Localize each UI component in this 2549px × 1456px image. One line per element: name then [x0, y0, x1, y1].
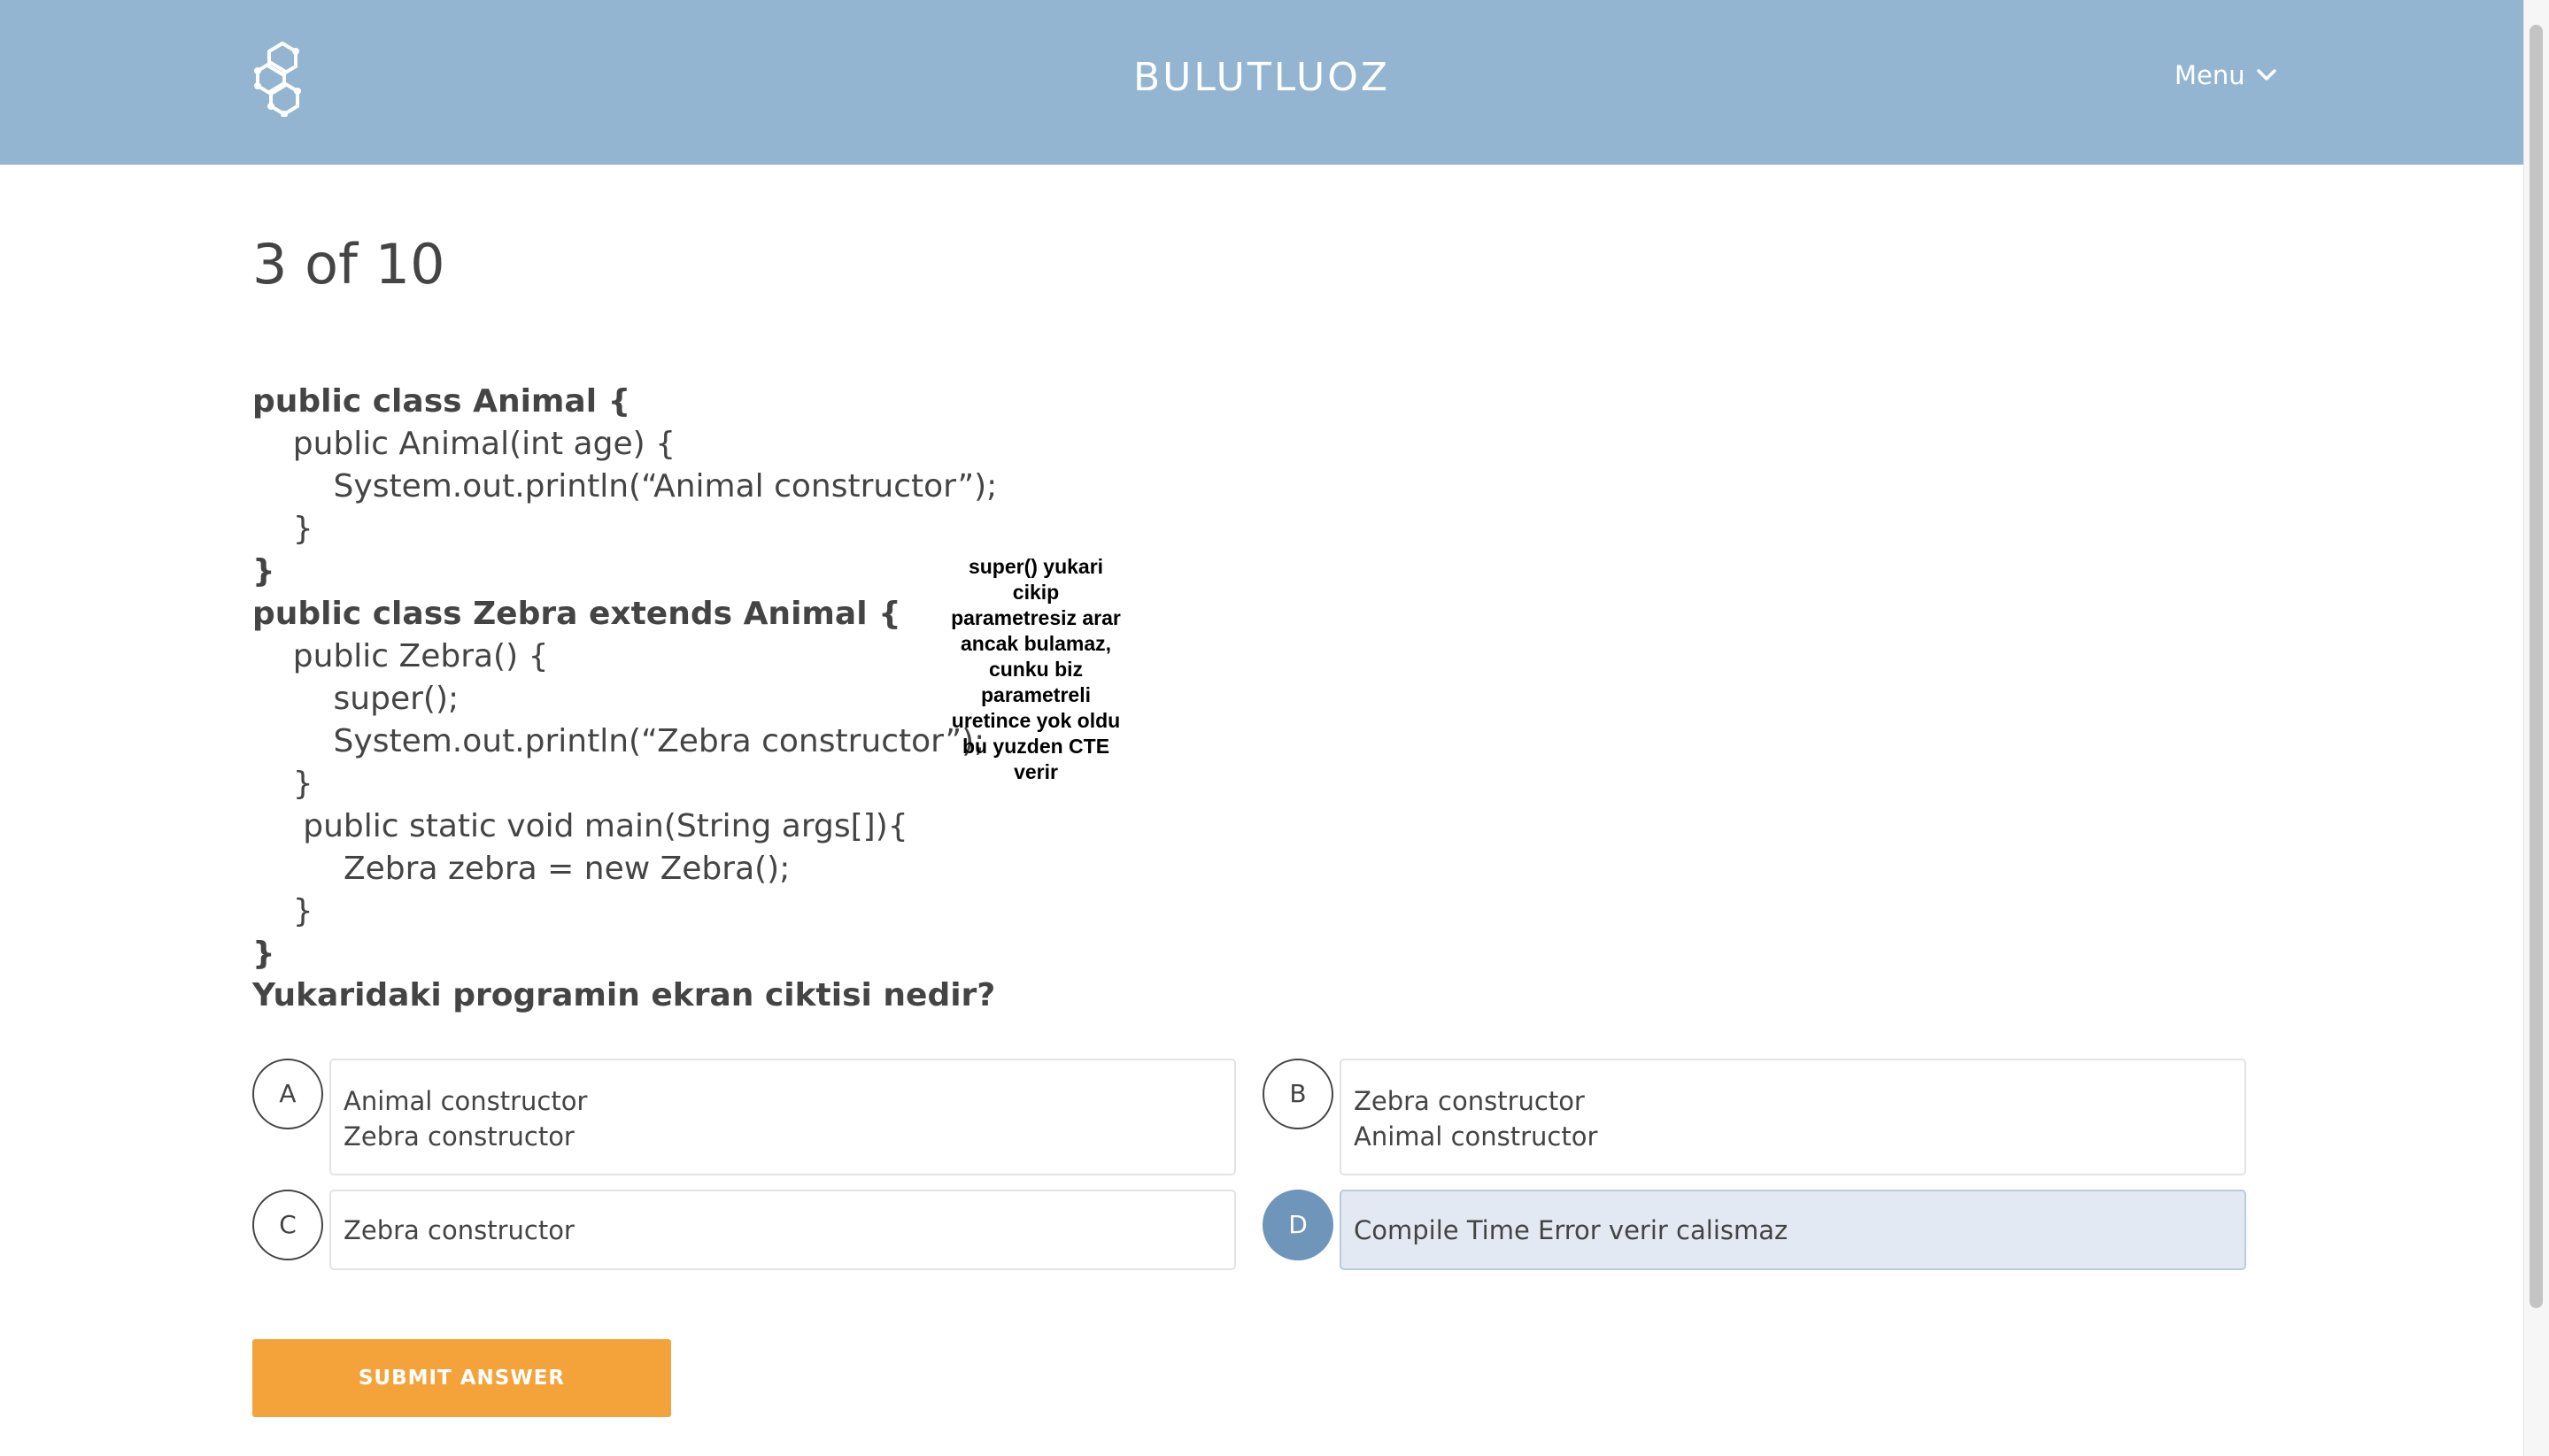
code-line: }	[252, 893, 313, 929]
question-text: Yukaridaki programin ekran ciktisi nedir…	[252, 977, 996, 1013]
code-line: public class Animal {	[252, 383, 631, 420]
note-line: uretince yok oldu	[951, 709, 1121, 732]
code-line: }	[252, 553, 275, 589]
option-letter-d[interactable]: D	[1263, 1190, 1333, 1260]
code-line: Zebra zebra = new Zebra();	[252, 851, 791, 887]
chevron-down-icon	[2256, 69, 2276, 81]
code-line: public Zebra() {	[252, 638, 549, 674]
note-line: super() yukari	[968, 555, 1104, 578]
option-box-b[interactable]: Zebra constructor Animal constructor	[1340, 1059, 2246, 1175]
option-text-line: Compile Time Error verir calismaz	[1354, 1215, 1788, 1245]
code-line: }	[252, 766, 313, 802]
note-line: ancak bulamaz,	[960, 632, 1112, 655]
menu-label: Menu	[2174, 60, 2245, 90]
brand-title[interactable]: BULUTLUOZ	[0, 55, 2523, 100]
option-text-line: Zebra constructor	[344, 1121, 575, 1152]
code-line: }	[252, 936, 275, 972]
scrollbar-thumb[interactable]	[2530, 25, 2543, 1308]
annotation-note: super() yukari cikip parametresiz arar a…	[938, 554, 1133, 785]
top-header: BULUTLUOZ Menu	[0, 0, 2523, 165]
submit-answer-button[interactable]: SUBMIT ANSWER	[252, 1339, 671, 1417]
question-code: public class Animal { public Animal(int …	[252, 381, 997, 975]
option-letter-c[interactable]: C	[252, 1190, 323, 1260]
code-line: public Animal(int age) {	[252, 426, 676, 462]
code-line: super();	[252, 681, 460, 717]
note-line: parametresiz arar	[951, 606, 1121, 629]
option-letter-a[interactable]: A	[252, 1059, 323, 1129]
option-box-d[interactable]: Compile Time Error verir calismaz	[1340, 1190, 2246, 1270]
question-progress: 3 of 10	[252, 232, 445, 297]
option-box-a[interactable]: Animal constructor Zebra constructor	[329, 1059, 1236, 1175]
code-line: System.out.println(“Zebra constructor”);	[252, 723, 985, 759]
code-line: System.out.println(“Animal constructor”)…	[252, 468, 998, 505]
menu-button[interactable]: Menu	[2174, 60, 2277, 90]
option-letter-b[interactable]: B	[1263, 1059, 1333, 1129]
option-text-line: Zebra constructor	[344, 1215, 575, 1245]
note-line: parametreli	[980, 683, 1091, 706]
note-line: cunku biz	[988, 658, 1084, 681]
option-text-line: Zebra constructor	[1354, 1086, 1585, 1116]
option-box-c[interactable]: Zebra constructor	[329, 1190, 1236, 1270]
note-line: verir	[1014, 760, 1058, 783]
code-line: public static void main(String args[]){	[252, 808, 908, 844]
note-line: cikip	[1012, 581, 1060, 604]
code-line: }	[252, 511, 313, 547]
note-line: bu yuzden CTE	[962, 735, 1110, 758]
option-text-line: Animal constructor	[344, 1086, 588, 1116]
code-line: public class Zebra extends Animal {	[252, 596, 901, 632]
option-text-line: Animal constructor	[1354, 1121, 1598, 1152]
